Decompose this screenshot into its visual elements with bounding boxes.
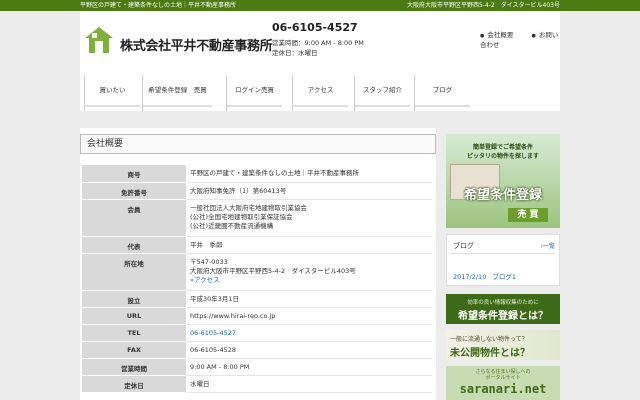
value-line: 平井 季郎 xyxy=(190,240,223,249)
row-label: 設立 xyxy=(82,290,186,308)
table-row: 設立 平成30年3月1日 xyxy=(82,290,432,308)
row-value: 平井 季郎 xyxy=(186,236,432,254)
row-value: https://www.hirai-reo.co.jp xyxy=(186,307,432,325)
header-links: ● 会社概要 ● お問い合わせ xyxy=(480,29,560,49)
row-label: 商号 xyxy=(82,165,186,183)
page-title: 会社概要 xyxy=(80,134,436,154)
row-label: 免許番号 xyxy=(82,182,186,200)
table-row: 商号 平野区の戸建て・建築条件なしの土地｜平井不動産事務所 xyxy=(82,165,432,183)
table-row: 代表 平井 季郎 xyxy=(82,236,432,254)
row-value: 06-6105-4527 xyxy=(186,324,432,342)
banner-tag: 売 買 xyxy=(508,208,548,222)
row-label: 所在地 xyxy=(82,253,186,291)
top-bar: 平野区の戸建て・建築条件なしの土地｜平井不動産事務所 大阪府大阪市平野区平野西5… xyxy=(0,0,640,11)
row-label: 会員 xyxy=(82,199,186,237)
banner-text: 簡単登録でご希望条件 xyxy=(472,144,533,151)
table-row: 会員 一般社団法人大阪府宅地建物取引業協会 (公社)全国宅地建物取引業保証協会 (公社… xyxy=(82,199,432,237)
table-row: URL https://www.hirai-reo.co.jp xyxy=(82,307,432,325)
table-row: 所在地 〒547-0033 大阪府大阪市平野区平野西5-4-2 ダイスタービル403… xyxy=(82,253,432,291)
nav-buy[interactable]: 買いたい xyxy=(84,75,140,111)
row-value: 大阪府知事免許（1）第60413号 xyxy=(186,182,432,200)
banner-heading: 希望条件登録 xyxy=(463,188,542,203)
value-line: 大阪府知事免許（1）第60413号 xyxy=(190,186,287,195)
banner-subtext: さらなる住まい探しへの ポータルサイト xyxy=(475,369,531,381)
sidebar: 簡単登録でご希望条件 ピッタリの物件を探します 希望条件登録 売 買 ブログ ›… xyxy=(446,128,560,400)
value-line: (公社)近畿圏不動産流通機構 xyxy=(190,221,274,230)
banner-heading: saranari.net xyxy=(459,382,547,396)
phone-link[interactable]: 06-6105-4527 xyxy=(190,329,428,338)
value-line: 平野区の戸建て・建築条件なしの土地｜平井不動産事務所 xyxy=(190,169,359,177)
table-row: FAX 06-6105-4528 xyxy=(82,341,432,359)
site-header: 株式会社平井不動産事務所 06-6105-4527 営業時間：9:00 AM -… xyxy=(80,11,560,75)
value-line: 平成30年3月1日 xyxy=(190,294,240,303)
blog-title: ブログ xyxy=(453,242,474,250)
row-value: 9:00 AM - 8:00 PM xyxy=(186,358,432,376)
value-line: (公社)全国宅地建物取引業保証協会 xyxy=(190,212,293,221)
row-value: 平野区の戸建て・建築条件なしの土地｜平井不動産事務所 xyxy=(186,165,432,183)
banner-heading: 希望条件登録とは？ xyxy=(458,311,548,322)
top-bar-address: 大阪府大阪市平野区平野西5-4-2 ダイスタービル403号 xyxy=(406,2,560,9)
row-label: 営業時間 xyxy=(82,358,186,376)
value-line: 〒547-0033 xyxy=(190,257,228,266)
nav-blog[interactable]: ブログ xyxy=(414,75,470,111)
row-label: 代表 xyxy=(82,236,186,254)
divider xyxy=(451,253,555,254)
row-value: 〒547-0033 大阪府大阪市平野区平野西5-4-2 ダイスタービル403号 »ア… xyxy=(186,253,432,291)
saranari-portal-banner[interactable]: さらなる住まい探しへの ポータルサイト saranari.net xyxy=(446,366,560,400)
banner-subtext: 一般に流通しない物件って？ xyxy=(450,336,528,343)
table-row: TEL 06-6105-4527 xyxy=(82,324,432,342)
blog-date: 2017/2/10 xyxy=(453,273,487,281)
house-logo-icon[interactable] xyxy=(84,25,114,55)
access-link[interactable]: »アクセス xyxy=(190,276,428,285)
nav-access[interactable]: アクセス xyxy=(292,75,348,111)
nav-staff[interactable]: スタッフ紹介 xyxy=(354,75,410,111)
value-line: https://www.hirai-reo.co.jp xyxy=(190,311,276,320)
nav-wish-registration[interactable]: 希望条件登録 売買 xyxy=(142,75,212,111)
what-is-registration-banner[interactable]: 効率の良い情報収集のために 希望条件登録とは？ xyxy=(446,294,560,324)
closed-day: 定休日：水曜日 xyxy=(272,49,318,57)
row-label: 定休日 xyxy=(82,375,186,393)
table-row: 免許番号 大阪府知事免許（1）第60413号 xyxy=(82,182,432,200)
table-row: 営業時間 9:00 AM - 8:00 PM xyxy=(82,358,432,376)
row-value: 一般社団法人大阪府宅地建物取引業協会 (公社)全国宅地建物取引業保証協会 (公社)近… xyxy=(186,199,432,237)
banner-text: ピッタリの物件を探します xyxy=(466,153,539,160)
row-label: URL xyxy=(82,307,186,325)
value-line: 06-6105-4528 xyxy=(190,345,237,354)
table-row: 定休日 水曜日 xyxy=(82,375,432,393)
wish-registration-banner[interactable]: 簡単登録でご希望条件 ピッタリの物件を探します 希望条件登録 売 買 xyxy=(446,134,560,228)
row-value: 06-6105-4528 xyxy=(186,341,432,359)
value-line: 9:00 AM - 8:00 PM xyxy=(190,362,250,371)
row-value: 水曜日 xyxy=(186,375,432,393)
row-value: 平成30年3月1日 xyxy=(186,290,432,308)
top-bar-tagline: 平野区の戸建て・建築条件なしの土地｜平井不動産事務所 xyxy=(80,2,237,9)
company-info-table: 商号 平野区の戸建て・建築条件なしの土地｜平井不動産事務所 免許番号 大阪府知事免許（… xyxy=(82,165,432,393)
blog-all-link[interactable]: ›一覧 xyxy=(541,241,555,250)
blog-entry[interactable]: 2017/2/10 ブログ1 xyxy=(453,271,522,281)
bullet-icon: ● xyxy=(531,33,536,39)
main-nav: 買いたい 希望条件登録 売買 ログイン売買 アクセス スタッフ紹介 ブログ xyxy=(80,75,560,111)
header-phone[interactable]: 06-6105-4527 xyxy=(272,21,358,34)
business-hours: 営業時間：9:00 AM - 8:00 PM xyxy=(272,39,364,47)
header-hours: 営業時間：9:00 AM - 8:00 PM 定休日：水曜日 xyxy=(272,38,364,58)
nav-login[interactable]: ログイン売買 xyxy=(226,75,282,111)
banner-heading: 未公開物件とは？ xyxy=(450,348,530,359)
company-name[interactable]: 株式会社平井不動産事務所 xyxy=(120,35,273,54)
unpublished-property-banner[interactable]: 一般に流通しない物件って？ 未公開物件とは？ xyxy=(446,330,560,360)
value-line: 一般社団法人大阪府宅地建物取引業協会 xyxy=(190,203,307,212)
banner-subtext: 効率の良い情報収集のために xyxy=(467,300,539,306)
blog-entry-title: ブログ1 xyxy=(492,273,516,281)
value-line: 水曜日 xyxy=(190,379,210,388)
bullet-icon: ● xyxy=(480,33,485,39)
blog-widget: ブログ ›一覧 2017/2/10 ブログ1 xyxy=(446,234,560,286)
row-label: TEL xyxy=(82,324,186,342)
company-info-link[interactable]: ● 会社概要 xyxy=(480,31,521,39)
value-line: 大阪府大阪市平野区平野西5-4-2 ダイスタービル403号 xyxy=(190,266,356,275)
main-content: 会社概要 商号 平野区の戸建て・建築条件なしの土地｜平井不動産事務所 免許番号 大阪府… xyxy=(80,128,436,400)
row-label: FAX xyxy=(82,341,186,359)
